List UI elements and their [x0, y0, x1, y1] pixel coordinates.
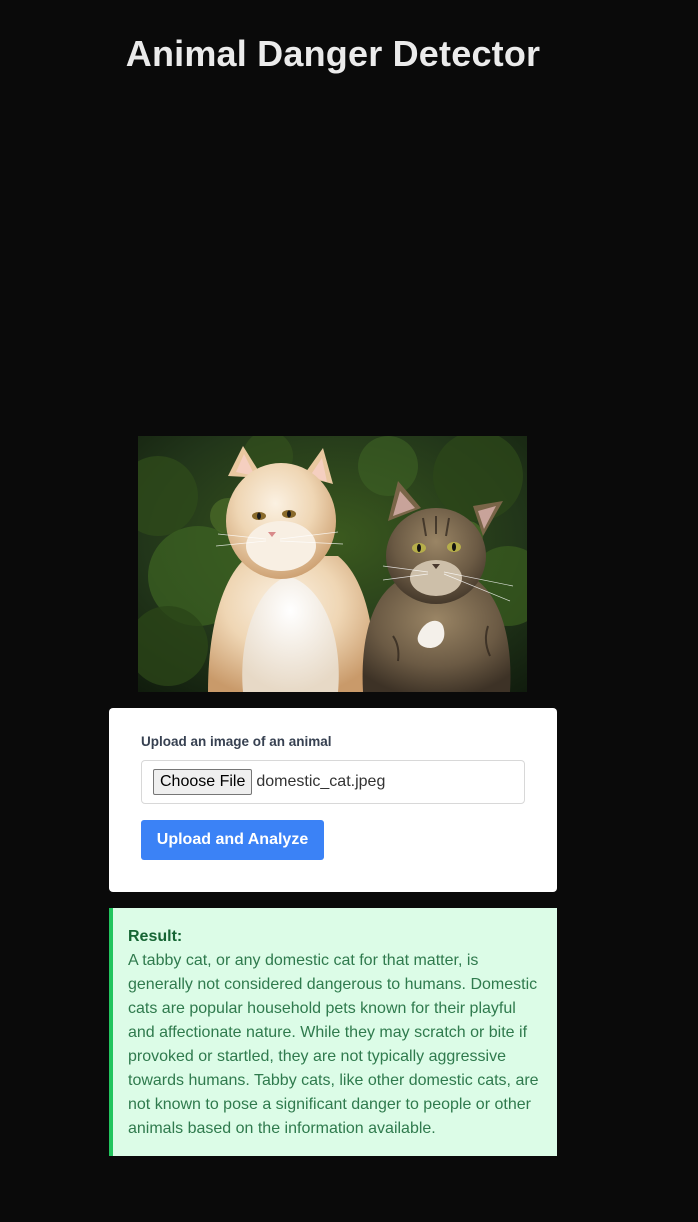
result-text: A tabby cat, or any domestic cat for tha… [128, 952, 539, 1137]
result-panel: Result: A tabby cat, or any domestic cat… [109, 908, 557, 1156]
cat-photo [138, 436, 527, 692]
selected-file-name: domestic_cat.jpeg [256, 773, 386, 790]
upload-and-analyze-button[interactable]: Upload and Analyze [141, 820, 324, 860]
uploaded-image-preview [138, 436, 527, 692]
upload-label: Upload an image of an animal [141, 734, 332, 749]
app-page: Animal Danger Detector Upload an image o… [0, 0, 698, 1222]
upload-form-card: Upload an image of an animal Choose File… [109, 708, 557, 892]
choose-file-button[interactable]: Choose File [153, 769, 253, 795]
result-heading: Result: [128, 928, 183, 945]
file-input[interactable]: Choose File domestic_cat.jpeg [141, 760, 525, 804]
page-title: Animal Danger Detector [125, 33, 541, 74]
